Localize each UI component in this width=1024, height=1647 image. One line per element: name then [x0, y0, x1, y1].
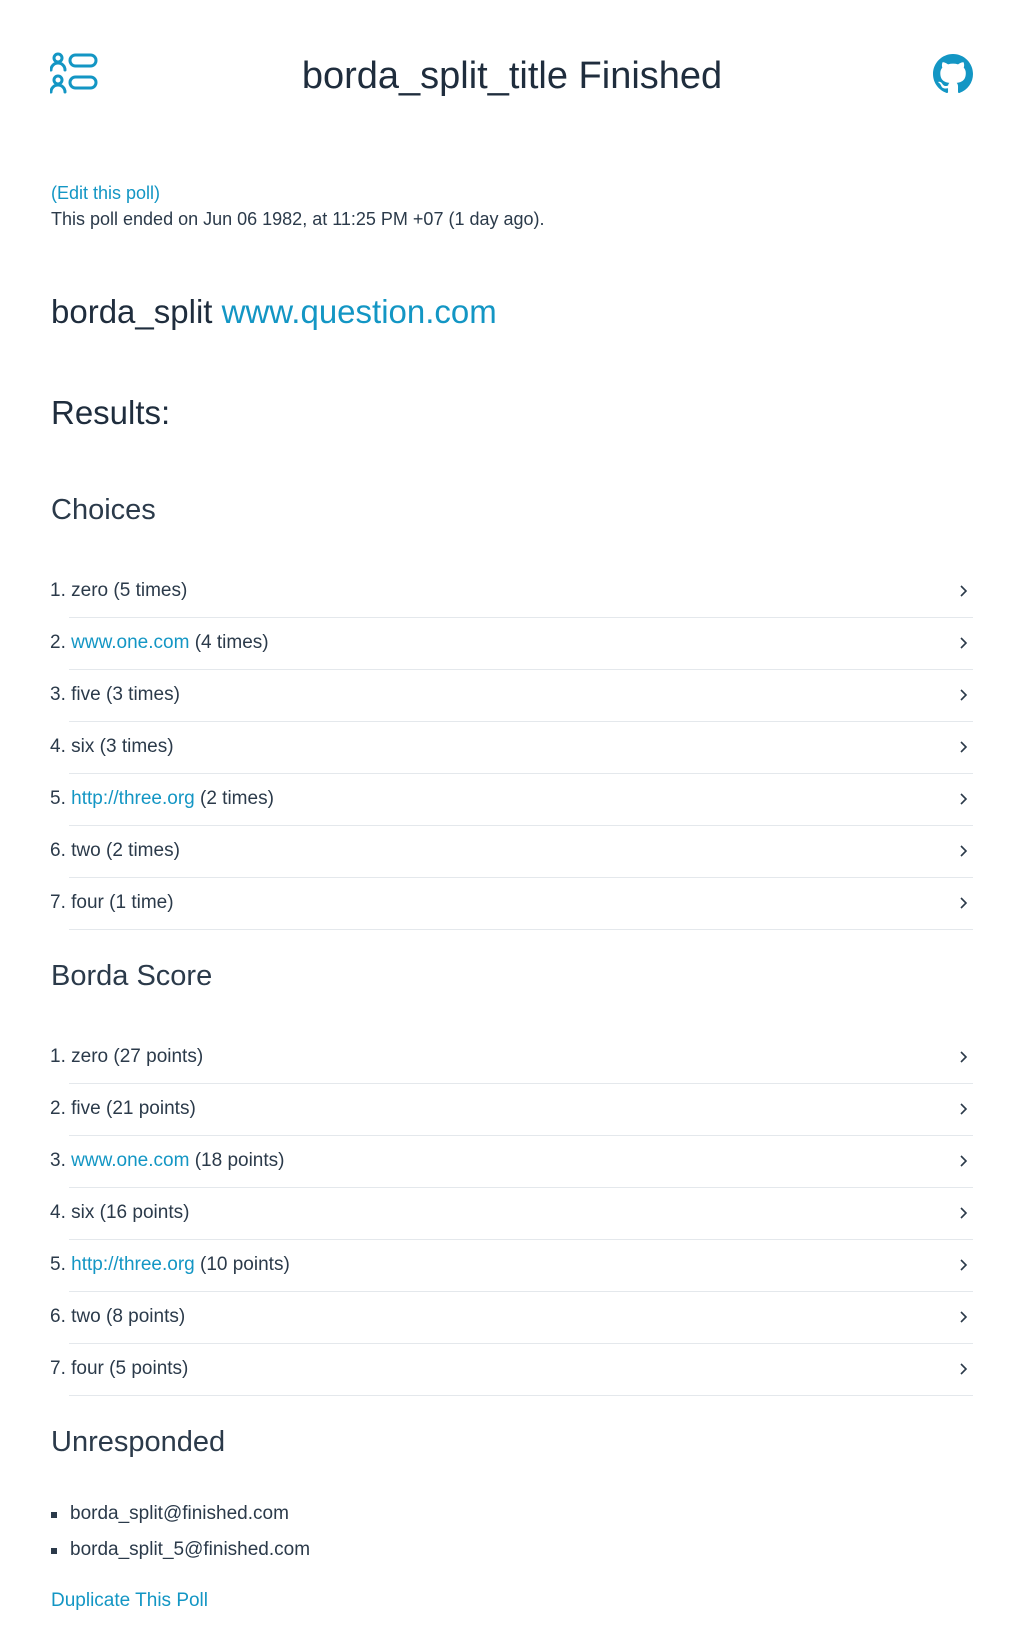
result-choice-name: two — [71, 840, 101, 861]
result-rank: 7. — [50, 892, 66, 913]
result-row[interactable]: 2. five (21 points) — [50, 1084, 973, 1136]
result-row[interactable]: 4. six (3 times) — [50, 722, 973, 774]
result-rank: 1. — [50, 580, 66, 601]
result-row[interactable]: 4. six (16 points) — [50, 1188, 973, 1240]
chevron-right-icon[interactable] — [959, 1206, 969, 1220]
result-count: (27 points) — [113, 1046, 204, 1067]
result-choice-name: zero — [71, 1046, 109, 1067]
result-rank: 4. — [50, 736, 66, 757]
chevron-right-icon[interactable] — [959, 636, 969, 650]
chevron-right-icon[interactable] — [959, 1362, 969, 1376]
result-rank: 4. — [50, 1202, 66, 1223]
unresponded-email: borda_split_5@finished.com — [51, 1532, 973, 1568]
result-rank: 6. — [50, 1306, 66, 1327]
result-choice-link[interactable]: www.one.com — [71, 632, 189, 653]
chevron-right-icon[interactable] — [959, 1154, 969, 1168]
result-count: (10 points) — [200, 1254, 290, 1275]
result-rank: 5. — [50, 1254, 66, 1275]
result-rank: 3. — [50, 684, 66, 705]
result-rank: 2. — [50, 632, 66, 653]
chevron-right-icon[interactable] — [959, 1050, 969, 1064]
page-header: borda_split_title Finished — [0, 0, 1024, 150]
duplicate-poll-link[interactable]: Duplicate This Poll — [51, 1588, 208, 1614]
chevron-right-icon[interactable] — [959, 844, 969, 858]
unresponded-heading: Unresponded — [51, 1426, 226, 1458]
result-choice-link[interactable]: http://three.org — [71, 788, 195, 809]
result-choice-name: four — [71, 1358, 104, 1379]
poll-question: borda_split www.question.com — [51, 292, 973, 332]
result-choice-name: two — [71, 1306, 101, 1327]
edit-poll-link[interactable]: (Edit this poll) — [51, 180, 973, 206]
result-choice-name: zero — [71, 580, 109, 601]
result-row[interactable]: 6. two (8 points) — [50, 1292, 973, 1344]
result-row[interactable]: 3. five (3 times) — [50, 670, 973, 722]
borda-score-heading: Borda Score — [51, 960, 213, 992]
chevron-right-icon[interactable] — [959, 740, 969, 754]
main-content: (Edit this poll) This poll ended on Jun … — [50, 180, 973, 1614]
question-text: borda_split — [51, 293, 213, 330]
result-count: (3 times) — [106, 684, 180, 705]
result-row[interactable]: 5. http://three.org (2 times) — [50, 774, 973, 826]
github-icon[interactable] — [933, 54, 973, 94]
result-row[interactable]: 1. zero (5 times) — [50, 566, 973, 618]
result-count: (18 points) — [194, 1150, 285, 1171]
result-rank: 3. — [50, 1150, 66, 1171]
result-row[interactable]: 6. two (2 times) — [50, 826, 973, 878]
chevron-right-icon[interactable] — [959, 584, 969, 598]
result-row[interactable]: 5. http://three.org (10 points) — [50, 1240, 973, 1292]
result-choice-name: six — [71, 736, 95, 757]
choices-heading: Choices — [51, 494, 156, 526]
question-link[interactable]: www.question.com — [222, 293, 497, 330]
result-rank: 1. — [50, 1046, 66, 1067]
result-choice-name: five — [71, 1098, 101, 1119]
chevron-right-icon[interactable] — [959, 792, 969, 806]
result-choice-name: five — [71, 684, 101, 705]
result-count: (4 times) — [194, 632, 269, 653]
borda-score-list: 1. zero (27 points) 2. five (21 points) 3.… — [50, 1032, 973, 1396]
poll-ended-text: This poll ended on Jun 06 1982, at 11:25… — [51, 209, 545, 229]
result-rank: 6. — [50, 840, 66, 861]
result-count: (8 points) — [106, 1306, 186, 1327]
result-count: (5 points) — [109, 1358, 189, 1379]
result-count: (2 times) — [106, 840, 180, 861]
chevron-right-icon[interactable] — [959, 688, 969, 702]
result-choice-link[interactable]: www.one.com — [71, 1150, 189, 1171]
result-count: (3 times) — [99, 736, 174, 757]
page-title: borda_split_title Finished — [301, 55, 723, 97]
result-choice-name: four — [71, 892, 104, 913]
result-row[interactable]: 2. www.one.com (4 times) — [50, 618, 973, 670]
result-count: (5 times) — [113, 580, 188, 601]
result-count: (2 times) — [200, 788, 274, 809]
result-count: (21 points) — [106, 1098, 196, 1119]
result-row[interactable]: 7. four (1 time) — [50, 878, 973, 930]
chevron-right-icon[interactable] — [959, 1258, 969, 1272]
chevron-right-icon[interactable] — [959, 1102, 969, 1116]
result-count: (16 points) — [99, 1202, 190, 1223]
chevron-right-icon[interactable] — [959, 1310, 969, 1324]
result-rank: 2. — [50, 1098, 66, 1119]
result-choice-name: six — [71, 1202, 95, 1223]
unresponded-email: borda_split@finished.com — [51, 1496, 973, 1532]
results-heading: Results: — [51, 394, 171, 431]
result-rank: 5. — [50, 788, 66, 809]
result-row[interactable]: 1. zero (27 points) — [50, 1032, 973, 1084]
result-count: (1 time) — [109, 892, 174, 913]
result-choice-link[interactable]: http://three.org — [71, 1254, 195, 1275]
result-row[interactable]: 7. four (5 points) — [50, 1344, 973, 1396]
unresponded-list: borda_split@finished.com borda_split_5@fi… — [51, 1496, 973, 1568]
result-row[interactable]: 3. www.one.com (18 points) — [50, 1136, 973, 1188]
choices-list: 1. zero (5 times) 2. www.one.com (4 times… — [50, 566, 973, 930]
chevron-right-icon[interactable] — [959, 896, 969, 910]
result-rank: 7. — [50, 1358, 66, 1379]
